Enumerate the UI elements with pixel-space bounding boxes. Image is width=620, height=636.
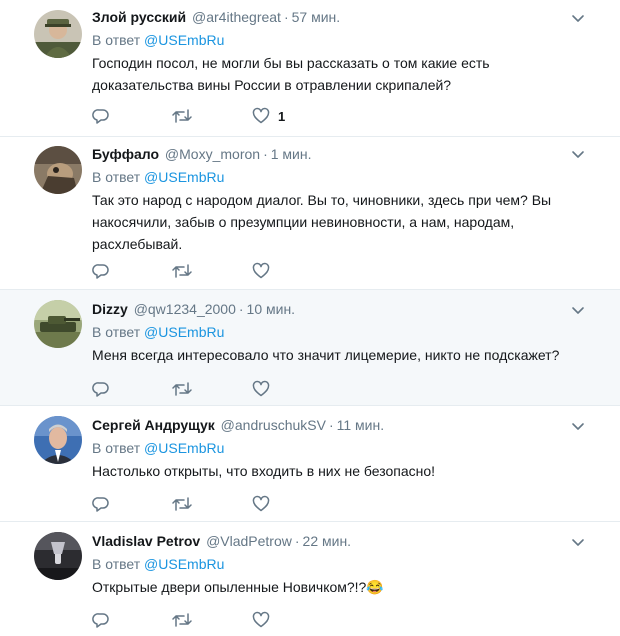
heart-icon xyxy=(252,262,270,279)
user-handle[interactable]: @andruschukSV xyxy=(221,417,326,433)
tweet-text: Господин посол, не могли бы вы рассказат… xyxy=(92,55,490,93)
separator-dot: · xyxy=(238,301,244,317)
avatar[interactable] xyxy=(34,10,82,58)
separator-dot: · xyxy=(263,146,268,162)
user-handle[interactable]: @VladPetrow xyxy=(206,533,292,549)
retweet-icon xyxy=(172,382,192,396)
display-name[interactable]: Vladislav Petrov xyxy=(92,533,200,549)
reply-mention-link[interactable]: @USEmbRu xyxy=(144,169,224,185)
separator-dot: · xyxy=(294,533,300,549)
chevron-down-icon[interactable] xyxy=(570,534,586,550)
tweet-content: Dizzy @qw1234_2000 · 10 мин. В ответ @USEm… xyxy=(92,300,590,366)
tweet[interactable]: Буффало @Moxy_moron · 1 мин. В ответ @USEm… xyxy=(0,137,620,290)
tweet-content: Буффало @Moxy_moron · 1 мин. В ответ @USEm… xyxy=(92,145,590,255)
heart-icon xyxy=(252,611,270,628)
display-name[interactable]: Сергей Андрущук xyxy=(92,417,215,433)
retweet-icon xyxy=(172,497,192,511)
like-count: 1 xyxy=(278,108,286,124)
display-name[interactable]: Злой русский xyxy=(92,9,186,25)
like-button[interactable] xyxy=(252,261,278,281)
reply-context: В ответ @USEmbRu xyxy=(92,323,590,341)
retweet-button[interactable] xyxy=(172,610,192,630)
user-handle[interactable]: @Moxy_moron xyxy=(165,146,260,162)
timestamp[interactable]: 22 мин. xyxy=(303,533,352,549)
reply-context: В ответ @USEmbRu xyxy=(92,555,590,573)
display-name[interactable]: Dizzy xyxy=(92,301,128,317)
retweet-button[interactable] xyxy=(172,494,192,514)
reply-button[interactable] xyxy=(92,494,110,514)
tweet-content: Злой русский @ar4ithegreat · 57 мин. В отв… xyxy=(92,8,590,96)
retweet-button[interactable] xyxy=(172,379,192,399)
reply-context: В ответ @USEmbRu xyxy=(92,168,590,186)
separator-dot: · xyxy=(283,9,289,25)
tweet[interactable]: Dizzy @qw1234_2000 · 10 мин. В ответ @USEm… xyxy=(0,290,620,406)
reply-context: В ответ @USEmbRu xyxy=(92,439,590,457)
heart-icon xyxy=(252,107,270,124)
reply-icon xyxy=(92,613,109,628)
reply-prefix: В ответ xyxy=(92,169,141,185)
avatar[interactable] xyxy=(34,416,82,464)
avatar[interactable] xyxy=(34,146,82,194)
chevron-down-icon[interactable] xyxy=(570,418,586,434)
reply-prefix: В ответ xyxy=(92,324,141,340)
retweet-icon xyxy=(172,613,192,627)
tweet[interactable]: Сергей Андрущук @andruschukSV · 11 мин. В … xyxy=(0,406,620,522)
tweet-header: Злой русский @ar4ithegreat · 57 мин. xyxy=(92,8,590,26)
tweet[interactable]: Злой русский @ar4ithegreat · 57 мин. В отв… xyxy=(0,0,620,137)
display-name[interactable]: Буффало xyxy=(92,146,159,162)
reply-mention-link[interactable]: @USEmbRu xyxy=(144,32,224,48)
reply-prefix: В ответ xyxy=(92,556,141,572)
reply-prefix: В ответ xyxy=(92,440,141,456)
reply-button[interactable] xyxy=(92,379,110,399)
tweet-text: Настолько открыты, что входить в них не … xyxy=(92,463,436,479)
tweet-text: Так это народ с народом диалог. Вы то, ч… xyxy=(92,192,552,252)
heart-icon xyxy=(252,495,270,512)
reply-feed: Злой русский @ar4ithegreat · 57 мин. В отв… xyxy=(0,0,620,636)
reply-mention-link[interactable]: @USEmbRu xyxy=(144,324,224,340)
timestamp[interactable]: 57 мин. xyxy=(292,9,341,25)
reply-button[interactable] xyxy=(92,106,110,126)
separator-dot: · xyxy=(328,417,334,433)
chevron-down-icon[interactable] xyxy=(570,302,586,318)
tweet[interactable]: Vladislav Petrov @VladPetrow · 22 мин. В о… xyxy=(0,522,620,636)
tweet-header: Dizzy @qw1234_2000 · 10 мин. xyxy=(92,300,590,318)
tweet-header: Буффало @Moxy_moron · 1 мин. xyxy=(92,145,590,163)
chevron-down-icon[interactable] xyxy=(570,146,586,162)
reply-icon xyxy=(92,109,109,124)
timestamp[interactable]: 11 мин. xyxy=(337,417,385,433)
tweet-header: Vladislav Petrov @VladPetrow · 22 мин. xyxy=(92,532,590,550)
heart-icon xyxy=(252,380,270,397)
like-button[interactable] xyxy=(252,610,278,630)
timestamp[interactable]: 10 мин. xyxy=(247,301,296,317)
reply-mention-link[interactable]: @USEmbRu xyxy=(144,440,224,456)
tweet-header: Сергей Андрущук @andruschukSV · 11 мин. xyxy=(92,416,590,434)
tweet-content: Сергей Андрущук @andruschukSV · 11 мин. В … xyxy=(92,416,590,482)
reply-icon xyxy=(92,382,109,397)
reply-button[interactable] xyxy=(92,610,110,630)
like-button[interactable] xyxy=(252,379,278,399)
retweet-icon xyxy=(172,264,192,278)
avatar[interactable] xyxy=(34,532,82,580)
tweet-text: Меня всегда интересовало что значит лице… xyxy=(92,347,560,363)
chevron-down-icon[interactable] xyxy=(570,10,586,26)
user-handle[interactable]: @qw1234_2000 xyxy=(134,301,236,317)
avatar[interactable] xyxy=(34,300,82,348)
retweet-icon xyxy=(172,109,192,123)
like-button[interactable]: 1 xyxy=(252,106,285,126)
like-button[interactable] xyxy=(252,494,278,514)
reply-icon xyxy=(92,497,109,512)
reply-context: В ответ @USEmbRu xyxy=(92,31,590,49)
reply-button[interactable] xyxy=(92,261,110,281)
reply-mention-link[interactable]: @USEmbRu xyxy=(144,556,224,572)
user-handle[interactable]: @ar4ithegreat xyxy=(192,9,281,25)
reply-icon xyxy=(92,264,109,279)
timestamp[interactable]: 1 мин. xyxy=(271,146,312,162)
retweet-button[interactable] xyxy=(172,106,192,126)
reply-prefix: В ответ xyxy=(92,32,141,48)
tweet-content: Vladislav Petrov @VladPetrow · 22 мин. В о… xyxy=(92,532,590,598)
retweet-button[interactable] xyxy=(172,261,192,281)
tweet-text: Открытые двери опыленные Новичком?!?😂 xyxy=(92,579,384,595)
